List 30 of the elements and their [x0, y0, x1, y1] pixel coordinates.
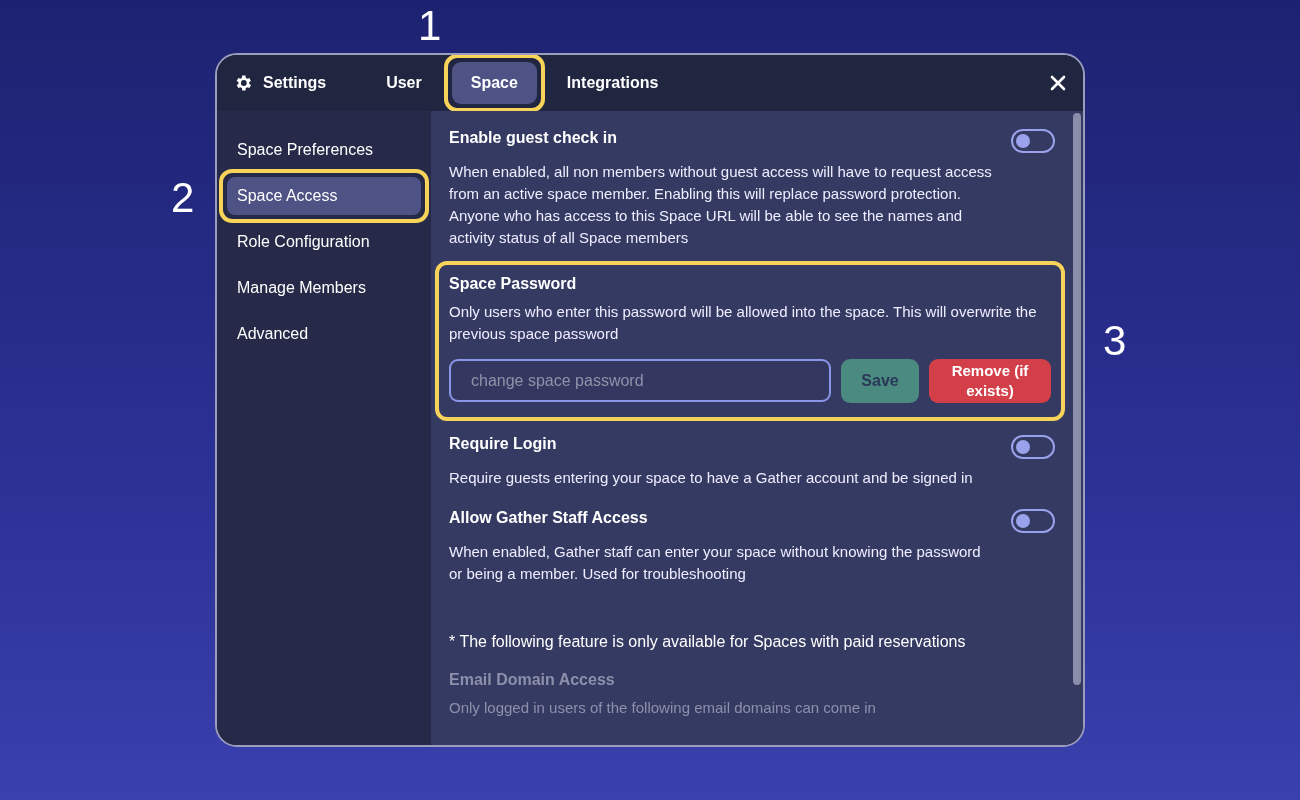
- section-description: Require guests entering your space to have a Gather account and be signed in: [449, 468, 974, 488]
- scrollbar[interactable]: [1073, 113, 1081, 685]
- section-title: Allow Gather Staff Access: [449, 509, 648, 527]
- section-description: When enabled, Gather staff can enter your space without knowing the password or being a member. Used for troubleshooting: [449, 542, 982, 584]
- sidebar-item[interactable]: Role Configuration: [227, 223, 421, 261]
- close-icon[interactable]: [1049, 74, 1067, 92]
- sidebar-item[interactable]: Space Access: [227, 177, 421, 215]
- toggle-switch[interactable]: [1011, 509, 1055, 533]
- tab[interactable]: Space: [451, 62, 537, 104]
- toggle-switch[interactable]: [1011, 435, 1055, 459]
- section-title: Require Login: [449, 435, 557, 453]
- note-text: * The following feature is only available for Spaces with paid reservations: [449, 633, 967, 651]
- sidebar-item[interactable]: Space Preferences: [227, 131, 421, 169]
- tab[interactable]: User: [382, 62, 426, 104]
- window-title: Settings: [263, 74, 327, 92]
- callout-number: 1: [418, 5, 442, 47]
- callout-number: 3: [1103, 320, 1127, 362]
- section-title: Space Password: [449, 275, 578, 293]
- sidebar-item[interactable]: Manage Members: [227, 269, 421, 307]
- section-title: Email Domain Access: [449, 671, 616, 689]
- callout-number: 2: [171, 177, 195, 219]
- remove-button[interactable]: Remove (if exists): [929, 359, 1051, 403]
- section-description: Only logged in users of the following email domains can come in: [449, 698, 877, 718]
- toggle-switch[interactable]: [1011, 129, 1055, 153]
- tab[interactable]: Integrations: [562, 62, 663, 104]
- section-title: Enable guest check in: [449, 129, 618, 147]
- sidebar-item[interactable]: Advanced: [227, 315, 421, 353]
- section-description: Only users who enter this password will be allowed into the space. This will overwrite the previous space password: [449, 302, 1038, 344]
- section-description: When enabled, all non members without guest access will have to request access from an active space member. Enabling this will replace password protection. Anyone who has access to this Space URL will be able to see the names and activity status of all Space members: [449, 162, 993, 248]
- password-field[interactable]: change space password: [449, 359, 831, 402]
